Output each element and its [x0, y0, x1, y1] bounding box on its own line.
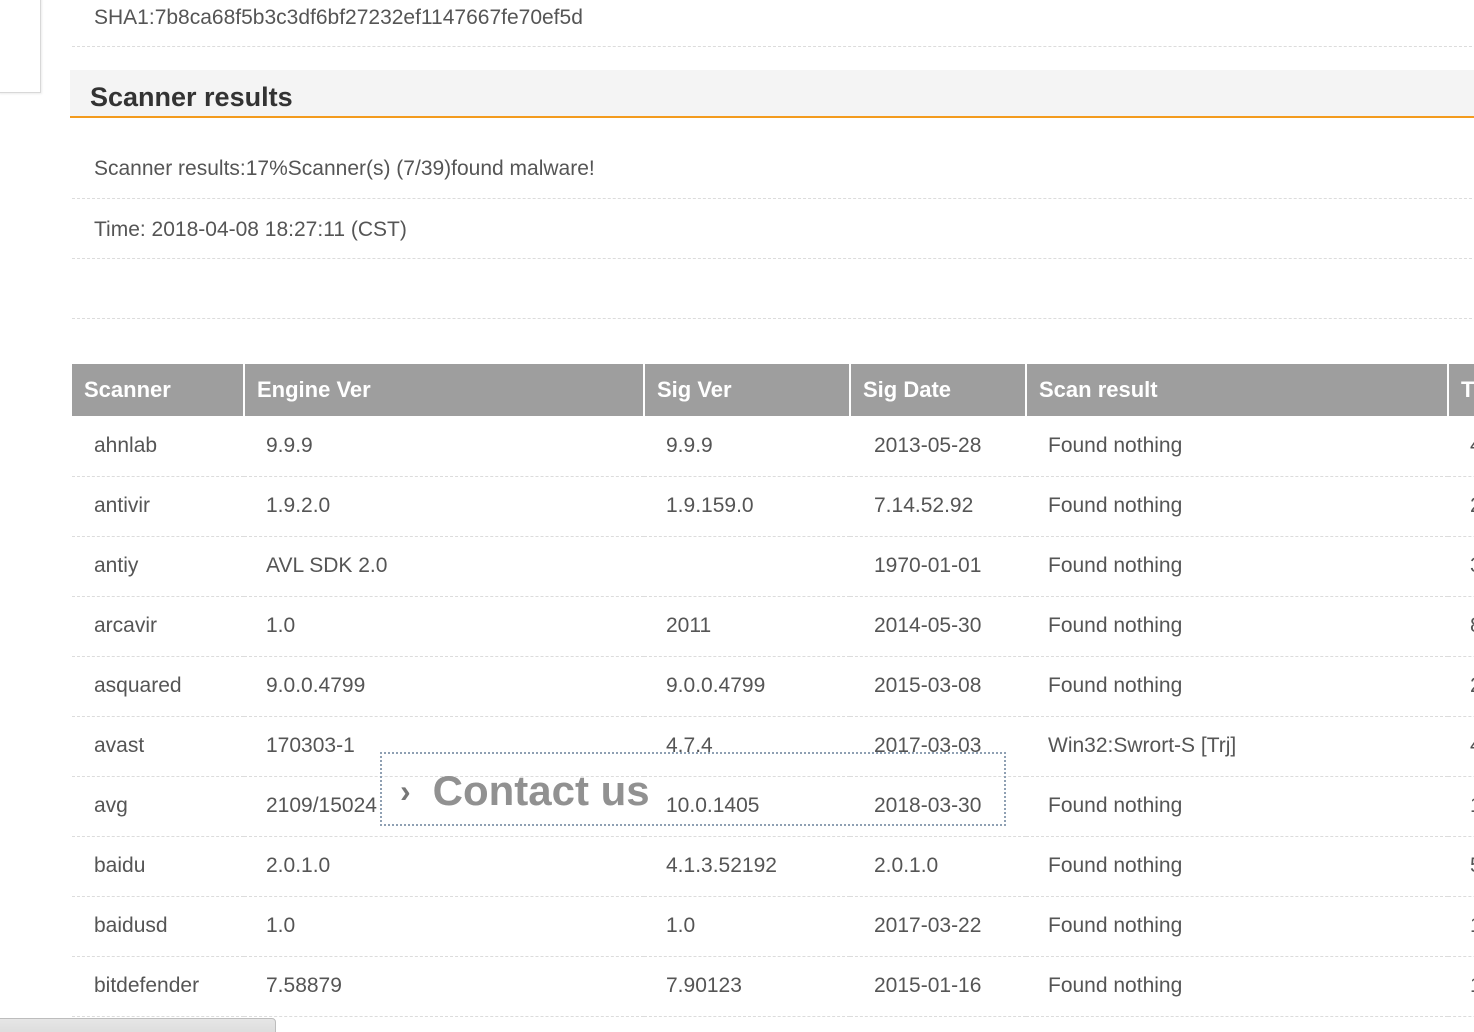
column-header-sig-ver[interactable]: Sig Ver — [643, 364, 850, 416]
cell-scan-result: Found nothing — [1026, 656, 1448, 717]
cell-engine-ver: 1.9.2.0 — [244, 476, 644, 537]
table-row: arcavir1.020112014-05-30Found nothing8 — [72, 596, 1474, 657]
cell-scanner: baidusd — [72, 896, 244, 957]
table-row: antiyAVL SDK 2.0 1970-01-01Found nothing3 — [72, 536, 1474, 597]
table-row: baidu 2.0.1.0 4.1.3.52192 2.0.1.0 Found noth… — [72, 836, 1474, 897]
table-row: antivir 1.9.2.0 1.9.159.0 7.14.52.92 Found n… — [72, 476, 1474, 537]
table-row: baidusd1.01.02017-03-22Found nothing1 — [72, 896, 1474, 957]
cell-scanner: avg — [72, 776, 244, 837]
cell-sig-date: 2013-05-28 — [850, 416, 1026, 477]
cell-truncated: 2 — [1448, 656, 1474, 717]
scanner-results-table: Scanner Engine Ver Sig Ver Sig Date Scan… — [72, 364, 1474, 1017]
main-content: SHA1:7b8ca68f5b3c3df6bf27232ef1147667fe7… — [70, 0, 1474, 319]
cell-scan-result: Win32:Swrort-S [Trj] — [1026, 716, 1448, 777]
column-header-sig-date[interactable]: Sig Date — [849, 364, 1026, 416]
cell-sig-date: 7.14.52.92 — [850, 476, 1026, 537]
cell-engine-ver: 1.0 — [244, 596, 644, 657]
cell-sig-ver: 1.0 — [644, 896, 850, 957]
cell-scan-result: Found nothing — [1026, 416, 1448, 477]
chevron-right-icon: › — [400, 773, 411, 809]
cell-truncated: 1 — [1448, 956, 1474, 1017]
cell-scan-result: Found nothing — [1026, 596, 1448, 657]
table-header-row: Scanner Engine Ver Sig Ver Sig Date Scan… — [72, 364, 1474, 416]
cell-scanner: antiy — [72, 536, 244, 597]
contact-us-label: Contact us — [432, 767, 650, 814]
column-header-scanner[interactable]: Scanner — [72, 364, 244, 416]
cell-engine-ver: 2.0.1.0 — [244, 836, 644, 897]
cell-sig-date: 2017-03-22 — [850, 896, 1026, 957]
cell-engine-ver: 9.0.0.4799 — [244, 656, 644, 717]
cell-scan-result: Found nothing — [1026, 536, 1448, 597]
column-header-scan-result[interactable]: Scan result — [1025, 364, 1448, 416]
cell-scanner: avast — [72, 716, 244, 777]
cell-scan-result: Found nothing — [1026, 776, 1448, 837]
cell-sig-date: 1970-01-01 — [850, 536, 1026, 597]
cell-scan-result: Found nothing — [1026, 836, 1448, 897]
table-row: bitdefender 7.58879 7.90123 2015-01-16 Found… — [72, 956, 1474, 1017]
cell-engine-ver: 1.0 — [244, 896, 644, 957]
table-body: ahnlab9.9.99.9.92013-05-28Found nothing4… — [72, 416, 1474, 1017]
cell-sig-ver: 2011 — [644, 596, 850, 657]
section-title: Scanner results — [70, 70, 1474, 118]
cell-scanner: baidu — [72, 836, 244, 897]
cell-truncated: 8 — [1448, 596, 1474, 657]
column-header-truncated[interactable]: T — [1447, 364, 1474, 416]
cell-scanner: asquared — [72, 656, 244, 717]
cell-sig-date: 2014-05-30 — [850, 596, 1026, 657]
bottom-tab[interactable] — [0, 1018, 276, 1032]
scan-time: Time: 2018-04-08 18:27:11 (CST) — [72, 199, 1474, 259]
cell-sig-ver: 7.90123 — [644, 956, 850, 1017]
cell-truncated: 1 — [1448, 776, 1474, 837]
cell-truncated: 5 — [1448, 836, 1474, 897]
sha1-hash: SHA1:7b8ca68f5b3c3df6bf27232ef1147667fe7… — [72, 0, 1474, 47]
cell-sig-ver: 4.1.3.52192 — [644, 836, 850, 897]
cell-truncated: 4 — [1448, 416, 1474, 477]
cell-sig-ver: 9.0.0.4799 — [644, 656, 850, 717]
cell-scan-result: Found nothing — [1026, 956, 1448, 1017]
cell-truncated: 2 — [1448, 476, 1474, 537]
cell-sig-ver: 9.9.9 — [644, 416, 850, 477]
page: SHA1:7b8ca68f5b3c3df6bf27232ef1147667fe7… — [0, 0, 1474, 1032]
cell-sig-ver — [644, 536, 850, 597]
side-panel-edge — [0, 0, 41, 93]
blank-row — [72, 259, 1474, 319]
contact-us-button[interactable]: › Contact us — [380, 752, 1006, 826]
column-header-engine-ver[interactable]: Engine Ver — [243, 364, 644, 416]
cell-scanner: antivir — [72, 476, 244, 537]
cell-truncated: 3 — [1448, 536, 1474, 597]
cell-sig-date: 2.0.1.0 — [850, 836, 1026, 897]
cell-scanner: bitdefender — [72, 956, 244, 1017]
cell-sig-date: 2015-03-08 — [850, 656, 1026, 717]
cell-engine-ver: 9.9.9 — [244, 416, 644, 477]
table-row: ahnlab9.9.99.9.92013-05-28Found nothing4 — [72, 416, 1474, 477]
table-row: asquared 9.0.0.4799 9.0.0.4799 2015-03-08 Fo… — [72, 656, 1474, 717]
cell-scanner: arcavir — [72, 596, 244, 657]
cell-sig-ver: 1.9.159.0 — [644, 476, 850, 537]
cell-scan-result: Found nothing — [1026, 896, 1448, 957]
cell-sig-date: 2015-01-16 — [850, 956, 1026, 1017]
cell-truncated: 1 — [1448, 896, 1474, 957]
scan-summary: Scanner results:17%Scanner(s) (7/39)foun… — [72, 118, 1474, 199]
cell-engine-ver: 7.58879 — [244, 956, 644, 1017]
cell-engine-ver: AVL SDK 2.0 — [244, 536, 644, 597]
cell-scan-result: Found nothing — [1026, 476, 1448, 537]
cell-scanner: ahnlab — [72, 416, 244, 477]
cell-truncated: 4 — [1448, 716, 1474, 777]
